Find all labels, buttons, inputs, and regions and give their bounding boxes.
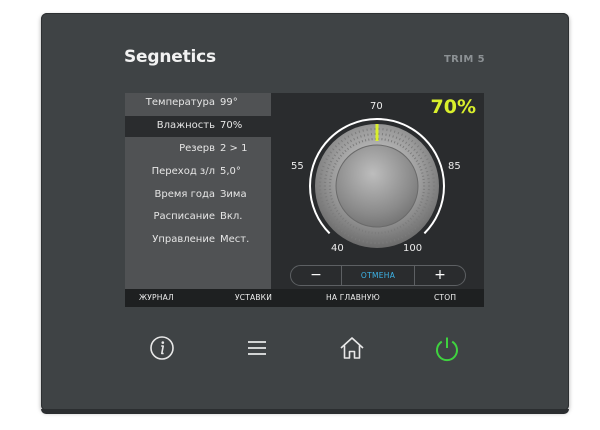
- knob-tick: [430, 200, 434, 203]
- softkey-setpoints[interactable]: УСТАВКИ: [235, 293, 272, 302]
- brand-logo: Segnetics: [124, 47, 216, 67]
- param-row-transition[interactable]: Переход з/л 5,0°: [125, 162, 271, 183]
- knob-tick: [420, 169, 423, 171]
- menu-icon: [248, 341, 266, 355]
- knob-tick: [363, 134, 366, 137]
- knob-tick: [425, 199, 429, 202]
- knob-tick: [393, 239, 396, 242]
- softkey-journal[interactable]: ЖУРНАЛ: [139, 293, 174, 302]
- knob-tick: [393, 130, 396, 133]
- knob-tick: [361, 140, 364, 143]
- param-row-control[interactable]: Управление Мест.: [125, 230, 271, 251]
- knob-tick: [388, 235, 391, 238]
- knob-tick: [364, 230, 367, 233]
- cancel-button[interactable]: ОТМЕНА: [341, 266, 415, 285]
- knob-tick: [330, 172, 333, 174]
- knob-tick: [421, 172, 424, 174]
- knob-tick: [326, 202, 330, 205]
- param-value: 2 > 1: [220, 143, 248, 154]
- knob-tick: [430, 169, 434, 172]
- param-label: Расписание: [153, 211, 215, 222]
- knob-tick: [429, 204, 432, 207]
- setpoint-dial-area: 70% 40 55 70 85 100 − ОТМЕНА +: [271, 93, 484, 289]
- setpoint-controls: − ОТМЕНА +: [290, 265, 466, 286]
- increase-button[interactable]: +: [415, 266, 465, 285]
- knob-tick: [358, 130, 361, 133]
- knob-tick: [390, 140, 393, 143]
- param-value: 99°: [220, 97, 238, 108]
- knob-tick: [362, 129, 364, 132]
- decrease-button[interactable]: −: [291, 266, 341, 285]
- model-label: TRIM 5: [443, 54, 485, 65]
- setpoint-knob[interactable]: [271, 93, 484, 289]
- info-icon: [150, 336, 174, 360]
- knob-tick: [326, 167, 330, 170]
- knob-tick: [358, 239, 361, 242]
- knob-tick: [429, 165, 432, 168]
- knob-tick: [322, 165, 325, 168]
- knob-tick: [360, 234, 362, 237]
- home-icon: [340, 337, 364, 359]
- knob-tick: [390, 240, 392, 243]
- scale-label-55: 55: [291, 161, 304, 172]
- param-label: Время года: [154, 189, 215, 200]
- knob-tick: [390, 129, 392, 132]
- knob-tick: [320, 169, 324, 172]
- knob-tick: [320, 200, 324, 203]
- param-label: Управление: [152, 234, 215, 245]
- softkey-stop[interactable]: СТОП: [434, 293, 456, 302]
- param-value: 70%: [220, 120, 243, 131]
- knob-tick: [425, 170, 429, 173]
- knob-tick: [362, 240, 364, 243]
- knob-tick: [325, 170, 329, 173]
- controller-panel: Segnetics TRIM 5 Температура 99° Влажнос…: [41, 13, 569, 414]
- knob-tick: [363, 235, 366, 238]
- knob-tick: [387, 230, 390, 233]
- param-row-humidity[interactable]: Влажность 70%: [125, 116, 271, 137]
- home-button[interactable]: [337, 333, 367, 363]
- knob-tick: [322, 204, 325, 207]
- knob-tick: [325, 199, 329, 202]
- param-row-season[interactable]: Время года Зима: [125, 185, 271, 206]
- knob-tick: [360, 135, 362, 138]
- param-label: Температура: [145, 97, 215, 108]
- knob-tick: [421, 198, 424, 200]
- param-row-schedule[interactable]: Расписание Вкл.: [125, 207, 271, 228]
- param-value: Зима: [220, 189, 247, 200]
- knob-tick: [390, 229, 393, 232]
- parameter-list: Температура 99° Влажность 70% Резерв 2 >…: [125, 93, 271, 289]
- scale-label-40: 40: [331, 243, 344, 254]
- knob-tick: [392, 234, 394, 237]
- param-label: Переход з/л: [151, 166, 215, 177]
- scale-label-70: 70: [370, 101, 383, 112]
- display-screen: Температура 99° Влажность 70% Резерв 2 >…: [125, 93, 484, 307]
- knob-tick: [361, 229, 364, 232]
- softkey-bar: ЖУРНАЛ УСТАВКИ НА ГЛАВНУЮ СТОП: [125, 289, 484, 307]
- knob-tick: [420, 201, 423, 203]
- param-row-temperature[interactable]: Температура 99°: [125, 93, 271, 114]
- param-label: Влажность: [156, 120, 215, 131]
- power-icon: [436, 337, 458, 362]
- param-label: Резерв: [179, 143, 215, 154]
- knob-tick: [387, 139, 390, 142]
- param-value: Вкл.: [220, 211, 243, 222]
- knob-tick: [331, 201, 334, 203]
- param-value: 5,0°: [220, 166, 241, 177]
- knob-tick: [424, 167, 428, 170]
- knob-center: [335, 144, 419, 228]
- info-button[interactable]: [147, 333, 177, 363]
- knob-tick: [392, 135, 394, 138]
- param-value: Мест.: [220, 234, 250, 245]
- scale-label-100: 100: [403, 243, 423, 254]
- power-button[interactable]: [432, 333, 462, 363]
- knob-tick: [330, 198, 333, 200]
- knob-tick: [331, 169, 334, 171]
- param-row-reserve[interactable]: Резерв 2 > 1: [125, 139, 271, 160]
- knob-tick: [424, 202, 428, 205]
- knob-tick: [388, 134, 391, 137]
- menu-button[interactable]: [242, 333, 272, 363]
- softkey-home[interactable]: НА ГЛАВНУЮ: [326, 293, 380, 302]
- knob-tick: [364, 139, 367, 142]
- scale-label-85: 85: [448, 161, 461, 172]
